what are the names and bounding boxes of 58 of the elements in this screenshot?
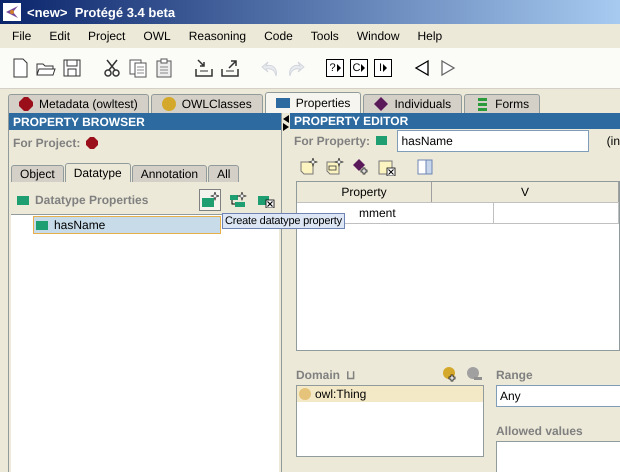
domain-label: Domain — [296, 368, 340, 382]
tab[interactable]: Annotation — [132, 165, 208, 182]
save-icon[interactable] — [62, 58, 82, 78]
window-title: <new> Protégé 3.4 beta — [27, 4, 176, 20]
panel-header: PROPERTY EDITOR — [290, 113, 620, 129]
scissors-icon[interactable] — [102, 58, 122, 78]
copy-icon[interactable] — [128, 58, 148, 78]
allowed-values-label: Allowed values — [496, 424, 583, 438]
tooltip: Create datatype property — [222, 213, 345, 229]
class-icon — [162, 97, 176, 111]
menu-item[interactable]: Project — [80, 27, 134, 45]
menu-item[interactable]: Tools — [302, 27, 347, 45]
menu-item[interactable]: Code — [256, 27, 301, 45]
range-field[interactable]: Any — [496, 385, 620, 407]
menu-item[interactable]: Edit — [41, 27, 78, 45]
tab[interactable]: All — [208, 165, 240, 182]
menu-item[interactable]: Help — [410, 27, 450, 45]
column-header[interactable]: V — [432, 182, 619, 202]
tab[interactable]: Metadata (owltest) — [8, 94, 149, 113]
list-item[interactable]: owl:Thing — [297, 386, 483, 402]
splitter-arrows-icon[interactable] — [283, 115, 289, 131]
section-title: Datatype Properties — [35, 193, 148, 207]
ontology-icon — [86, 137, 98, 149]
property-icon — [17, 196, 29, 204]
panel-header: PROPERTY BROWSER — [9, 113, 281, 130]
import-icon[interactable] — [194, 58, 214, 78]
property-icon — [276, 96, 290, 110]
clipboard-icon[interactable] — [154, 58, 174, 78]
tab[interactable]: Object — [11, 165, 64, 182]
query-button[interactable]: ? — [326, 59, 344, 77]
tab[interactable]: Datatype — [64, 163, 131, 182]
range-label: Range — [496, 368, 533, 382]
ontology-icon — [19, 97, 33, 111]
tab[interactable]: OWLClasses — [150, 94, 263, 113]
triangle-icon — [336, 64, 341, 72]
triangle-icon — [361, 64, 366, 72]
triangle-icon — [383, 64, 388, 72]
for-project-label: For Project: — [13, 136, 80, 150]
menu-item[interactable]: File — [4, 27, 40, 45]
property-icon — [376, 136, 388, 146]
tree-item[interactable]: hasName — [33, 216, 221, 234]
form-icon — [475, 97, 490, 111]
for-property-label: For Property: — [294, 134, 370, 148]
tab[interactable]: Forms — [464, 94, 540, 113]
query-button[interactable]: C — [350, 59, 368, 77]
query-button[interactable]: I — [374, 59, 392, 77]
column-header[interactable]: Property — [297, 182, 432, 202]
individual-icon — [374, 97, 388, 111]
export-icon[interactable] — [220, 58, 240, 78]
create-property-button[interactable] — [199, 189, 221, 211]
suffix-text: (in — [606, 134, 620, 148]
tab[interactable]: Individuals — [363, 94, 462, 113]
union-symbol: ⊔ — [346, 368, 356, 382]
menu-item[interactable]: OWL — [135, 27, 179, 45]
menu-item[interactable]: Window — [348, 27, 408, 45]
property-name-field[interactable]: hasName — [397, 130, 589, 152]
tab[interactable]: Properties — [264, 92, 362, 113]
menu-item[interactable]: Reasoning — [180, 27, 254, 45]
